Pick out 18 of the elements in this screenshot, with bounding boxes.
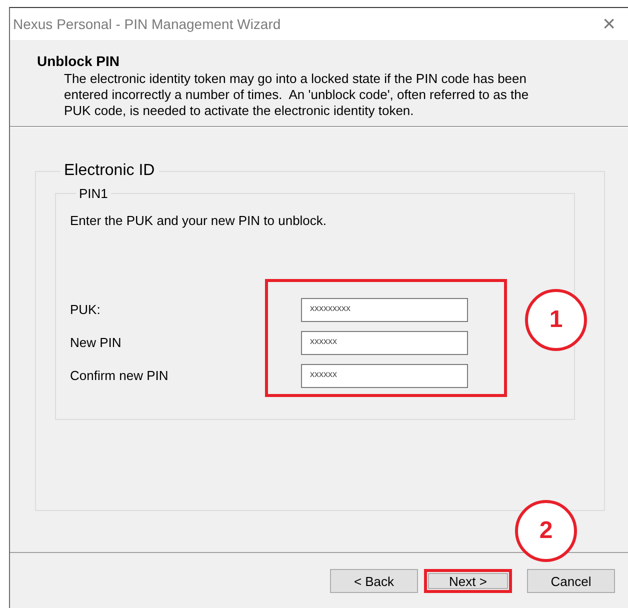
group-title: Electronic ID: [63, 162, 156, 180]
wizard-button[interactable]: Next >: [424, 569, 512, 593]
close-button[interactable]: ×: [596, 14, 622, 34]
field-label: Confirm new PIN: [70, 368, 168, 383]
instruction-text: Enter the PUK and your new PIN to unblock.: [70, 213, 327, 228]
wizard-button[interactable]: < Back: [330, 569, 418, 593]
page-description: The electronic identity token may go into a locked state if the PIN code has been entered incorrectly a number of times. An 'unblock code', often referred to as the PUK code, is needed to activate the electronic identity token.: [64, 71, 530, 119]
group-title: PIN1: [78, 186, 109, 201]
window-title: Nexus Personal - PIN Management Wizard: [13, 16, 281, 32]
callout-number: 1: [525, 289, 587, 351]
wizard-button[interactable]: Cancel: [527, 569, 615, 593]
callout-number: 2: [515, 500, 577, 562]
page-title: Unblock PIN: [37, 53, 120, 69]
input-field[interactable]: xxxxxxxxx: [301, 298, 468, 322]
field-label: New PIN: [70, 335, 122, 350]
input-field[interactable]: xxxxxx: [301, 364, 468, 388]
input-field[interactable]: xxxxxx: [301, 331, 468, 355]
field-label: PUK:: [70, 302, 100, 317]
